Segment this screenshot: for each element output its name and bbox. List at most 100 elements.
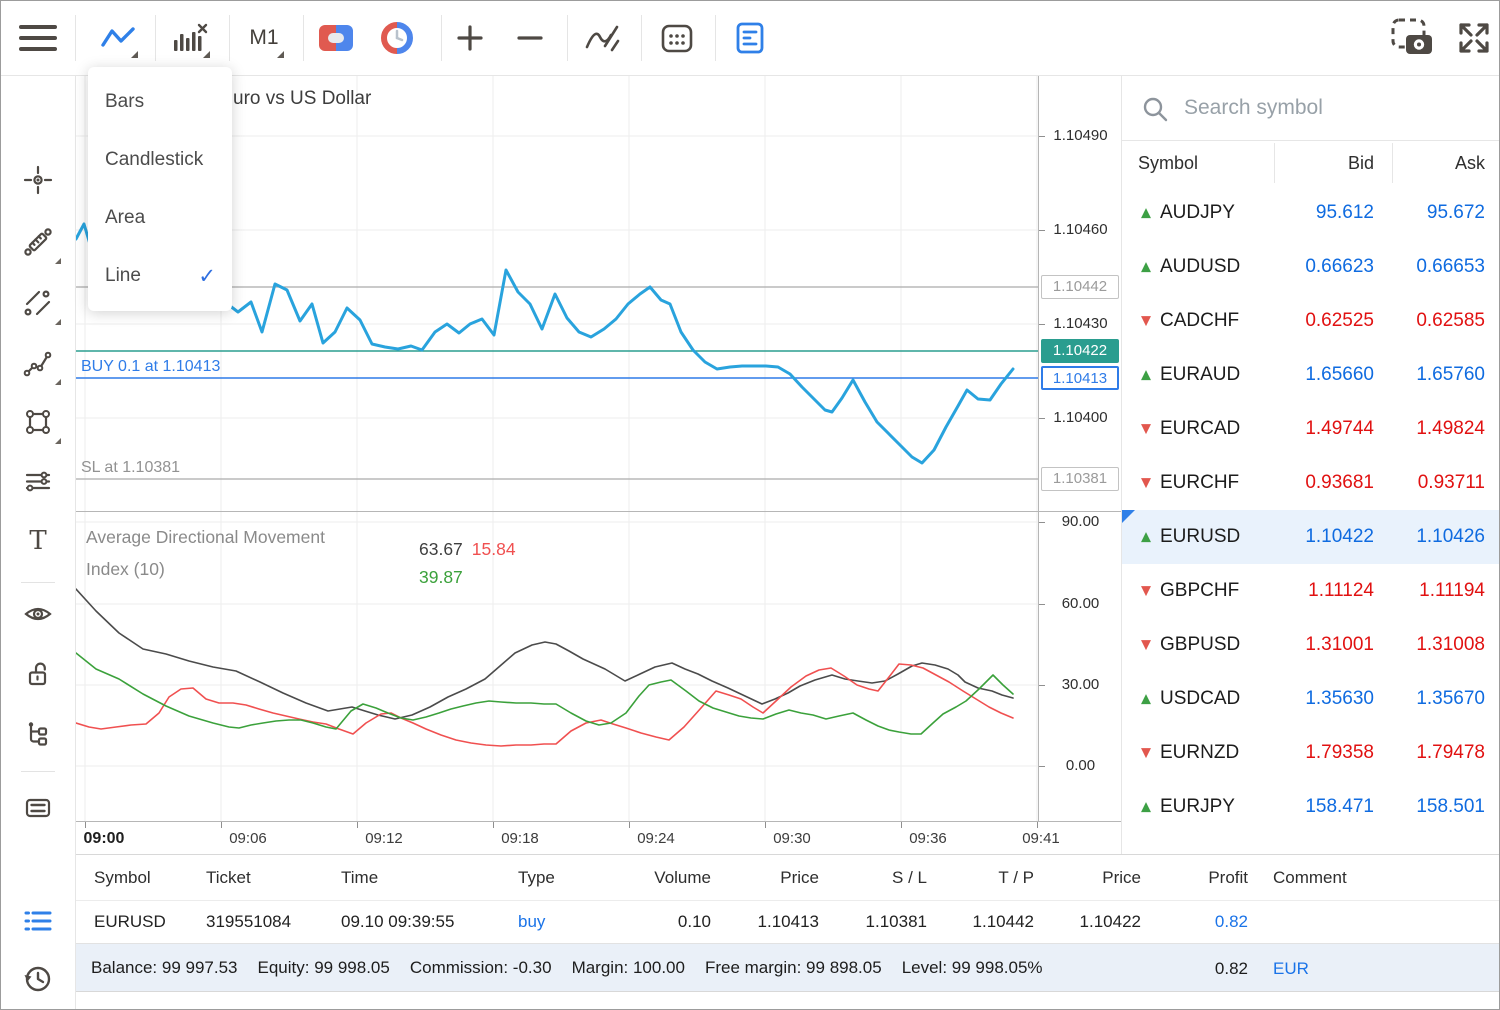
price-scale[interactable]: 1.104901.104601.104301.1040090.0060.0030… <box>1038 76 1121 854</box>
polyline-tool-button[interactable] <box>9 335 67 391</box>
one-click-trading-button[interactable] <box>308 10 364 66</box>
bid-cell[interactable]: 1.10422 <box>1305 526 1374 548</box>
trade-panel-icon <box>736 22 764 54</box>
trade-column-volume[interactable]: Volume <box>654 868 711 888</box>
trade-column-symbol[interactable]: Symbol <box>94 868 151 888</box>
watchlist-row-gbpusd[interactable]: ▼GBPUSD1.310011.31008 <box>1122 618 1500 672</box>
trade-column-type[interactable]: Type <box>518 868 555 888</box>
ask-cell[interactable]: 1.10426 <box>1416 526 1485 548</box>
text-tool-button[interactable]: T <box>9 513 67 569</box>
trade-column-ticket[interactable]: Ticket <box>206 868 251 888</box>
chart-objects-button[interactable] <box>162 10 218 66</box>
tp-price-badge[interactable]: 1.10442 <box>1041 275 1119 299</box>
trade-column-tp[interactable]: T / P <box>998 868 1034 888</box>
trade-column-comment[interactable]: Comment <box>1273 868 1347 888</box>
bid-cell[interactable]: 0.93681 <box>1305 472 1374 494</box>
bid-cell[interactable]: 0.62525 <box>1305 310 1374 332</box>
history-tab-button[interactable] <box>9 951 67 1007</box>
bid-cell[interactable]: 1.11124 <box>1308 580 1374 602</box>
watchlist-row-eurchf[interactable]: ▼EURCHF0.936810.93711 <box>1122 456 1500 510</box>
ask-cell[interactable]: 1.49824 <box>1416 418 1485 440</box>
ask-cell[interactable]: 1.31008 <box>1416 634 1485 656</box>
bid-cell[interactable]: 158.471 <box>1305 796 1374 818</box>
timeframe-button[interactable]: M1 <box>236 10 292 66</box>
stop-loss-label[interactable]: SL at 1.10381 <box>81 459 180 477</box>
ask-cell[interactable]: 1.11194 <box>1419 580 1485 602</box>
watchlist-row-eurusd[interactable]: ▲EURUSD1.104221.10426 <box>1122 510 1500 564</box>
zoom-in-button[interactable] <box>442 10 498 66</box>
bid-cell[interactable]: 95.612 <box>1316 202 1374 224</box>
pane-separator[interactable] <box>76 511 1121 512</box>
bid-cell[interactable]: 1.65660 <box>1305 364 1374 386</box>
bid-cell[interactable]: 1.49744 <box>1305 418 1374 440</box>
bid-cell[interactable]: 0.66623 <box>1305 256 1374 278</box>
ask-cell[interactable]: 1.35670 <box>1416 688 1485 710</box>
watchlist-row-audjpy[interactable]: ▲AUDJPY95.61295.672 <box>1122 186 1500 240</box>
ruler-icon <box>23 227 53 257</box>
menu-item-bars[interactable]: Bars <box>88 73 232 131</box>
watchlist-row-eurnzd[interactable]: ▼EURNZD1.793581.79478 <box>1122 726 1500 780</box>
sl-price-badge[interactable]: 1.10381 <box>1041 467 1119 491</box>
chart-title: uro vs US Dollar <box>233 88 371 110</box>
ask-cell[interactable]: 0.93711 <box>1418 472 1485 494</box>
trend-up-icon: ▲ <box>1141 368 1151 383</box>
bid-cell[interactable]: 1.35630 <box>1305 688 1374 710</box>
current-price-badge[interactable]: 1.10422 <box>1041 339 1119 363</box>
column-header-symbol[interactable]: Symbol <box>1138 141 1198 185</box>
time-axis[interactable]: 09:0009:0609:1209:1809:2409:3009:3609:41 <box>76 821 1121 854</box>
ruler-tool-button[interactable] <box>9 214 67 270</box>
menu-item-area[interactable]: Area <box>88 189 232 247</box>
watchlist-row-audusd[interactable]: ▲AUDUSD0.666230.66653 <box>1122 240 1500 294</box>
menu-item-line[interactable]: Line✓ <box>88 247 232 305</box>
watchlist-row-usdcad[interactable]: ▲USDCAD1.356301.35670 <box>1122 672 1500 726</box>
ask-cell[interactable]: 1.79478 <box>1416 742 1485 764</box>
bid-cell[interactable]: 1.31001 <box>1305 634 1374 656</box>
bid-cell[interactable]: 1.79358 <box>1305 742 1374 764</box>
column-header-bid[interactable]: Bid <box>1348 141 1374 185</box>
account-currency[interactable]: EUR <box>1273 944 1309 993</box>
menu-item-candlestick[interactable]: Candlestick <box>88 131 232 189</box>
ask-cell[interactable]: 0.66653 <box>1416 256 1485 278</box>
visibility-button[interactable] <box>9 586 67 642</box>
watchlist-row-gbpchf[interactable]: ▼GBPCHF1.111241.11194 <box>1122 564 1500 618</box>
lock-objects-button[interactable] <box>9 646 67 702</box>
ask-cell[interactable]: 0.62585 <box>1416 310 1485 332</box>
buy-position-label[interactable]: BUY 0.1 at 1.10413 <box>81 358 220 376</box>
ask-cell[interactable]: 1.65760 <box>1416 364 1485 386</box>
watchlist-row-eurcad[interactable]: ▼EURCAD1.497441.49824 <box>1122 402 1500 456</box>
watchlist-row-eurjpy[interactable]: ▲EURJPY158.471158.501 <box>1122 780 1500 834</box>
trade-column-price-current[interactable]: Price <box>1102 868 1141 888</box>
print-button[interactable] <box>9 780 67 836</box>
trade-panel-button[interactable] <box>722 10 778 66</box>
indicators-button[interactable] <box>575 10 631 66</box>
channel-tool-button[interactable] <box>9 275 67 331</box>
watchlist-row-cadchf[interactable]: ▼CADCHF0.625250.62585 <box>1122 294 1500 348</box>
trade-tab-button[interactable] <box>9 893 67 949</box>
object-list-button[interactable] <box>9 706 67 762</box>
trade-column-sl[interactable]: S / L <box>892 868 927 888</box>
buy-price-badge[interactable]: 1.10413 <box>1041 366 1119 390</box>
screenshot-button[interactable] <box>1387 10 1439 66</box>
market-hours-button[interactable] <box>369 10 425 66</box>
trade-table-row[interactable]: EURUSD31955108409.10 09:39:55buy0.101.10… <box>76 900 1500 943</box>
symbol-search[interactable] <box>1122 76 1500 141</box>
horizontal-lines-tool-button[interactable] <box>9 453 67 509</box>
shapes-tool-button[interactable] <box>9 394 67 450</box>
svg-text:T: T <box>29 526 47 556</box>
trade-column-price[interactable]: Price <box>780 868 819 888</box>
ask-cell[interactable]: 158.501 <box>1416 796 1485 818</box>
symbol-cell: EURNZD <box>1160 742 1239 764</box>
main-menu-button[interactable] <box>10 10 66 66</box>
search-input[interactable] <box>1184 90 1484 126</box>
crosshair-tool-button[interactable] <box>9 152 67 208</box>
zoom-out-button[interactable] <box>502 10 558 66</box>
economic-calendar-button[interactable] <box>649 10 705 66</box>
chart-type-button[interactable] <box>90 10 146 66</box>
column-header-ask[interactable]: Ask <box>1455 141 1485 185</box>
trade-column-time[interactable]: Time <box>341 868 378 888</box>
fullscreen-button[interactable] <box>1448 10 1500 66</box>
watchlist-row-euraud[interactable]: ▲EURAUD1.656601.65760 <box>1122 348 1500 402</box>
ask-cell[interactable]: 95.672 <box>1427 202 1485 224</box>
trade-column-profit[interactable]: Profit <box>1208 868 1248 888</box>
account-margin: Margin: 100.00 <box>572 958 685 978</box>
